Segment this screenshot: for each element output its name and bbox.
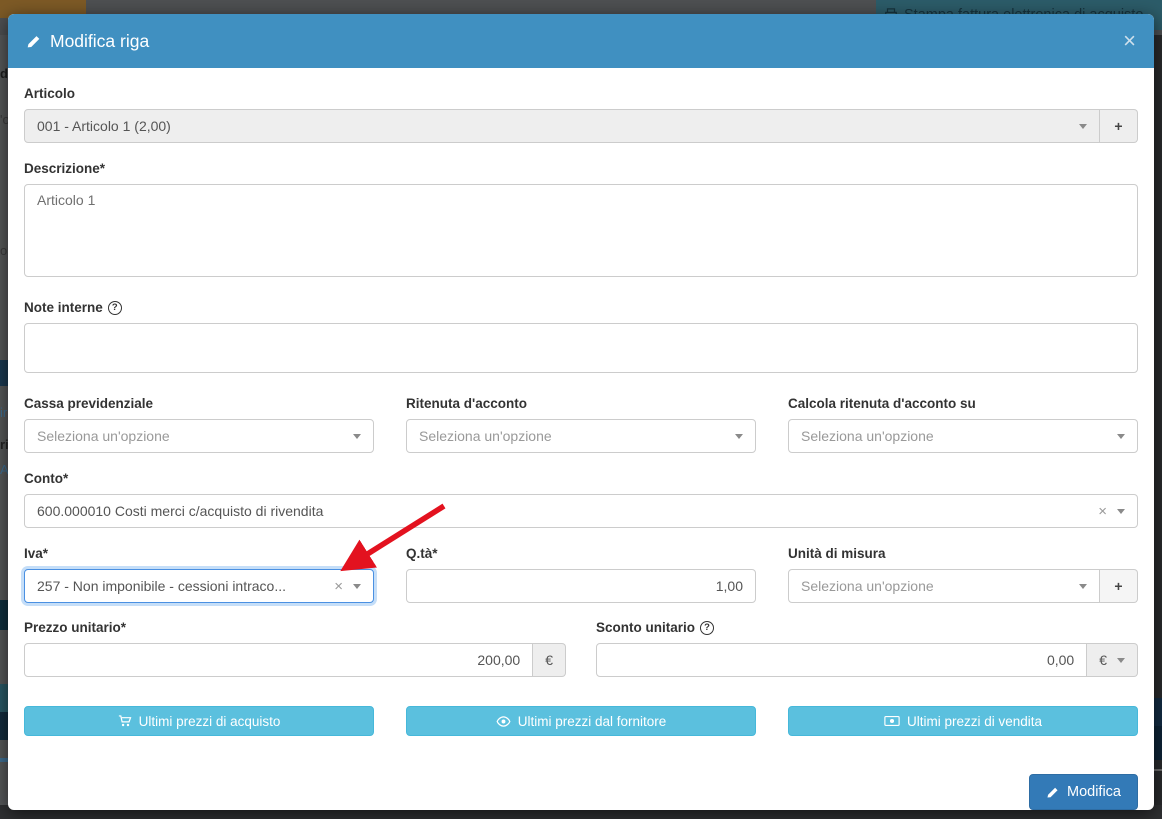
pencil-icon (26, 34, 41, 49)
unita-misura-select[interactable]: Seleziona un'opzione (788, 569, 1100, 603)
unita-misura-placeholder: Seleziona un'opzione (801, 578, 1069, 594)
note-interne-label: Note interne ? (24, 300, 1138, 316)
ritenuta-placeholder: Seleziona un'opzione (419, 428, 725, 444)
ritenuta-select[interactable]: Seleziona un'opzione (406, 419, 756, 453)
chevron-down-icon (353, 434, 361, 439)
modal-title: Modifica riga (26, 31, 149, 52)
ultimi-prezzi-fornitore-button[interactable]: Ultimi prezzi dal fornitore (406, 706, 756, 736)
clear-icon[interactable]: × (334, 579, 343, 594)
descrizione-textarea[interactable]: Articolo 1 (24, 184, 1138, 277)
iva-select[interactable]: 257 - Non imponibile - cessioni intraco.… (24, 569, 374, 603)
help-icon: ? (108, 301, 122, 315)
modifica-submit-button[interactable]: Modifica (1029, 774, 1138, 810)
conto-select[interactable]: 600.000010 Costi merci c/acquisto di riv… (24, 494, 1138, 528)
field-ritenuta-acconto: Ritenuta d'acconto Seleziona un'opzione (406, 396, 756, 453)
field-sconto-unitario: Sconto unitario ? € (596, 620, 1138, 677)
iva-label: Iva* (24, 546, 374, 562)
chevron-down-icon (1117, 658, 1125, 663)
field-unita-misura: Unità di misura Seleziona un'opzione + (788, 546, 1138, 603)
articolo-value: 001 - Articolo 1 (2,00) (37, 118, 1069, 134)
chevron-down-icon (1117, 434, 1125, 439)
qta-input[interactable] (406, 569, 756, 603)
modal-body: Articolo 001 - Articolo 1 (2,00) + Descr… (8, 68, 1154, 810)
ritenuta-label: Ritenuta d'acconto (406, 396, 756, 412)
backdrop-bar (1154, 698, 1162, 726)
field-articolo: Articolo 001 - Articolo 1 (2,00) + (24, 86, 1138, 143)
field-prezzo-unitario: Prezzo unitario* € (24, 620, 566, 677)
field-descrizione: Descrizione* Articolo 1 (24, 161, 1138, 282)
field-cassa-previdenziale: Cassa previdenziale Seleziona un'opzione (24, 396, 374, 453)
last-prices-row: Ultimi prezzi di acquisto Ultimi prezzi … (24, 706, 1138, 736)
ultimi-prezzi-vendita-button[interactable]: Ultimi prezzi di vendita (788, 706, 1138, 736)
sconto-currency-dropdown[interactable]: € (1087, 643, 1138, 677)
money-icon (884, 715, 900, 727)
chevron-down-icon (353, 584, 361, 589)
prezzo-unitario-input[interactable] (24, 643, 533, 677)
articolo-label: Articolo (24, 86, 1138, 102)
calcola-ritenuta-select[interactable]: Seleziona un'opzione (788, 419, 1138, 453)
note-interne-textarea[interactable] (24, 323, 1138, 373)
calcola-ritenuta-label: Calcola ritenuta d'acconto su (788, 396, 1138, 412)
calcola-ritenuta-placeholder: Seleziona un'opzione (801, 428, 1107, 444)
modal-title-text: Modifica riga (50, 31, 149, 52)
qta-label: Q.tà* (406, 546, 756, 562)
clear-icon[interactable]: × (1098, 504, 1107, 519)
modal-footer: Modifica (24, 774, 1138, 810)
cart-icon (118, 714, 132, 728)
cassa-placeholder: Seleziona un'opzione (37, 428, 343, 444)
cassa-label: Cassa previdenziale (24, 396, 374, 412)
unita-misura-label: Unità di misura (788, 546, 1138, 562)
prezzo-currency-addon: € (533, 643, 566, 677)
sconto-unitario-label: Sconto unitario ? (596, 620, 1138, 636)
chevron-down-icon (1079, 584, 1087, 589)
field-note-interne: Note interne ? (24, 300, 1138, 378)
descrizione-label: Descrizione* (24, 161, 1138, 177)
field-conto: Conto* 600.000010 Costi merci c/acquisto… (24, 471, 1138, 528)
conto-label: Conto* (24, 471, 1138, 487)
pencil-icon (1046, 786, 1059, 799)
modal-header: Modifica riga × (8, 14, 1154, 68)
chevron-down-icon (735, 434, 743, 439)
field-calcola-ritenuta: Calcola ritenuta d'acconto su Seleziona … (788, 396, 1138, 453)
chevron-down-icon (1117, 509, 1125, 514)
backdrop-bar (1154, 726, 1162, 760)
eye-icon (496, 715, 511, 728)
iva-value: 257 - Non imponibile - cessioni intraco.… (37, 578, 326, 594)
articolo-add-button[interactable]: + (1100, 109, 1138, 143)
ultimi-prezzi-acquisto-button[interactable]: Ultimi prezzi di acquisto (24, 706, 374, 736)
prezzo-unitario-label: Prezzo unitario* (24, 620, 566, 636)
backdrop-divider (1154, 769, 1162, 771)
close-icon[interactable]: × (1123, 30, 1136, 52)
cassa-select[interactable]: Seleziona un'opzione (24, 419, 374, 453)
help-icon: ? (700, 621, 714, 635)
sconto-unitario-input[interactable] (596, 643, 1087, 677)
field-qta: Q.tà* (406, 546, 756, 603)
articolo-select[interactable]: 001 - Articolo 1 (2,00) (24, 109, 1100, 143)
unita-misura-add-button[interactable]: + (1100, 569, 1138, 603)
conto-value: 600.000010 Costi merci c/acquisto di riv… (37, 503, 1090, 519)
modifica-riga-modal: Modifica riga × Articolo 001 - Articolo … (8, 14, 1154, 810)
field-iva: Iva* 257 - Non imponibile - cessioni int… (24, 546, 374, 603)
chevron-down-icon (1079, 124, 1087, 129)
